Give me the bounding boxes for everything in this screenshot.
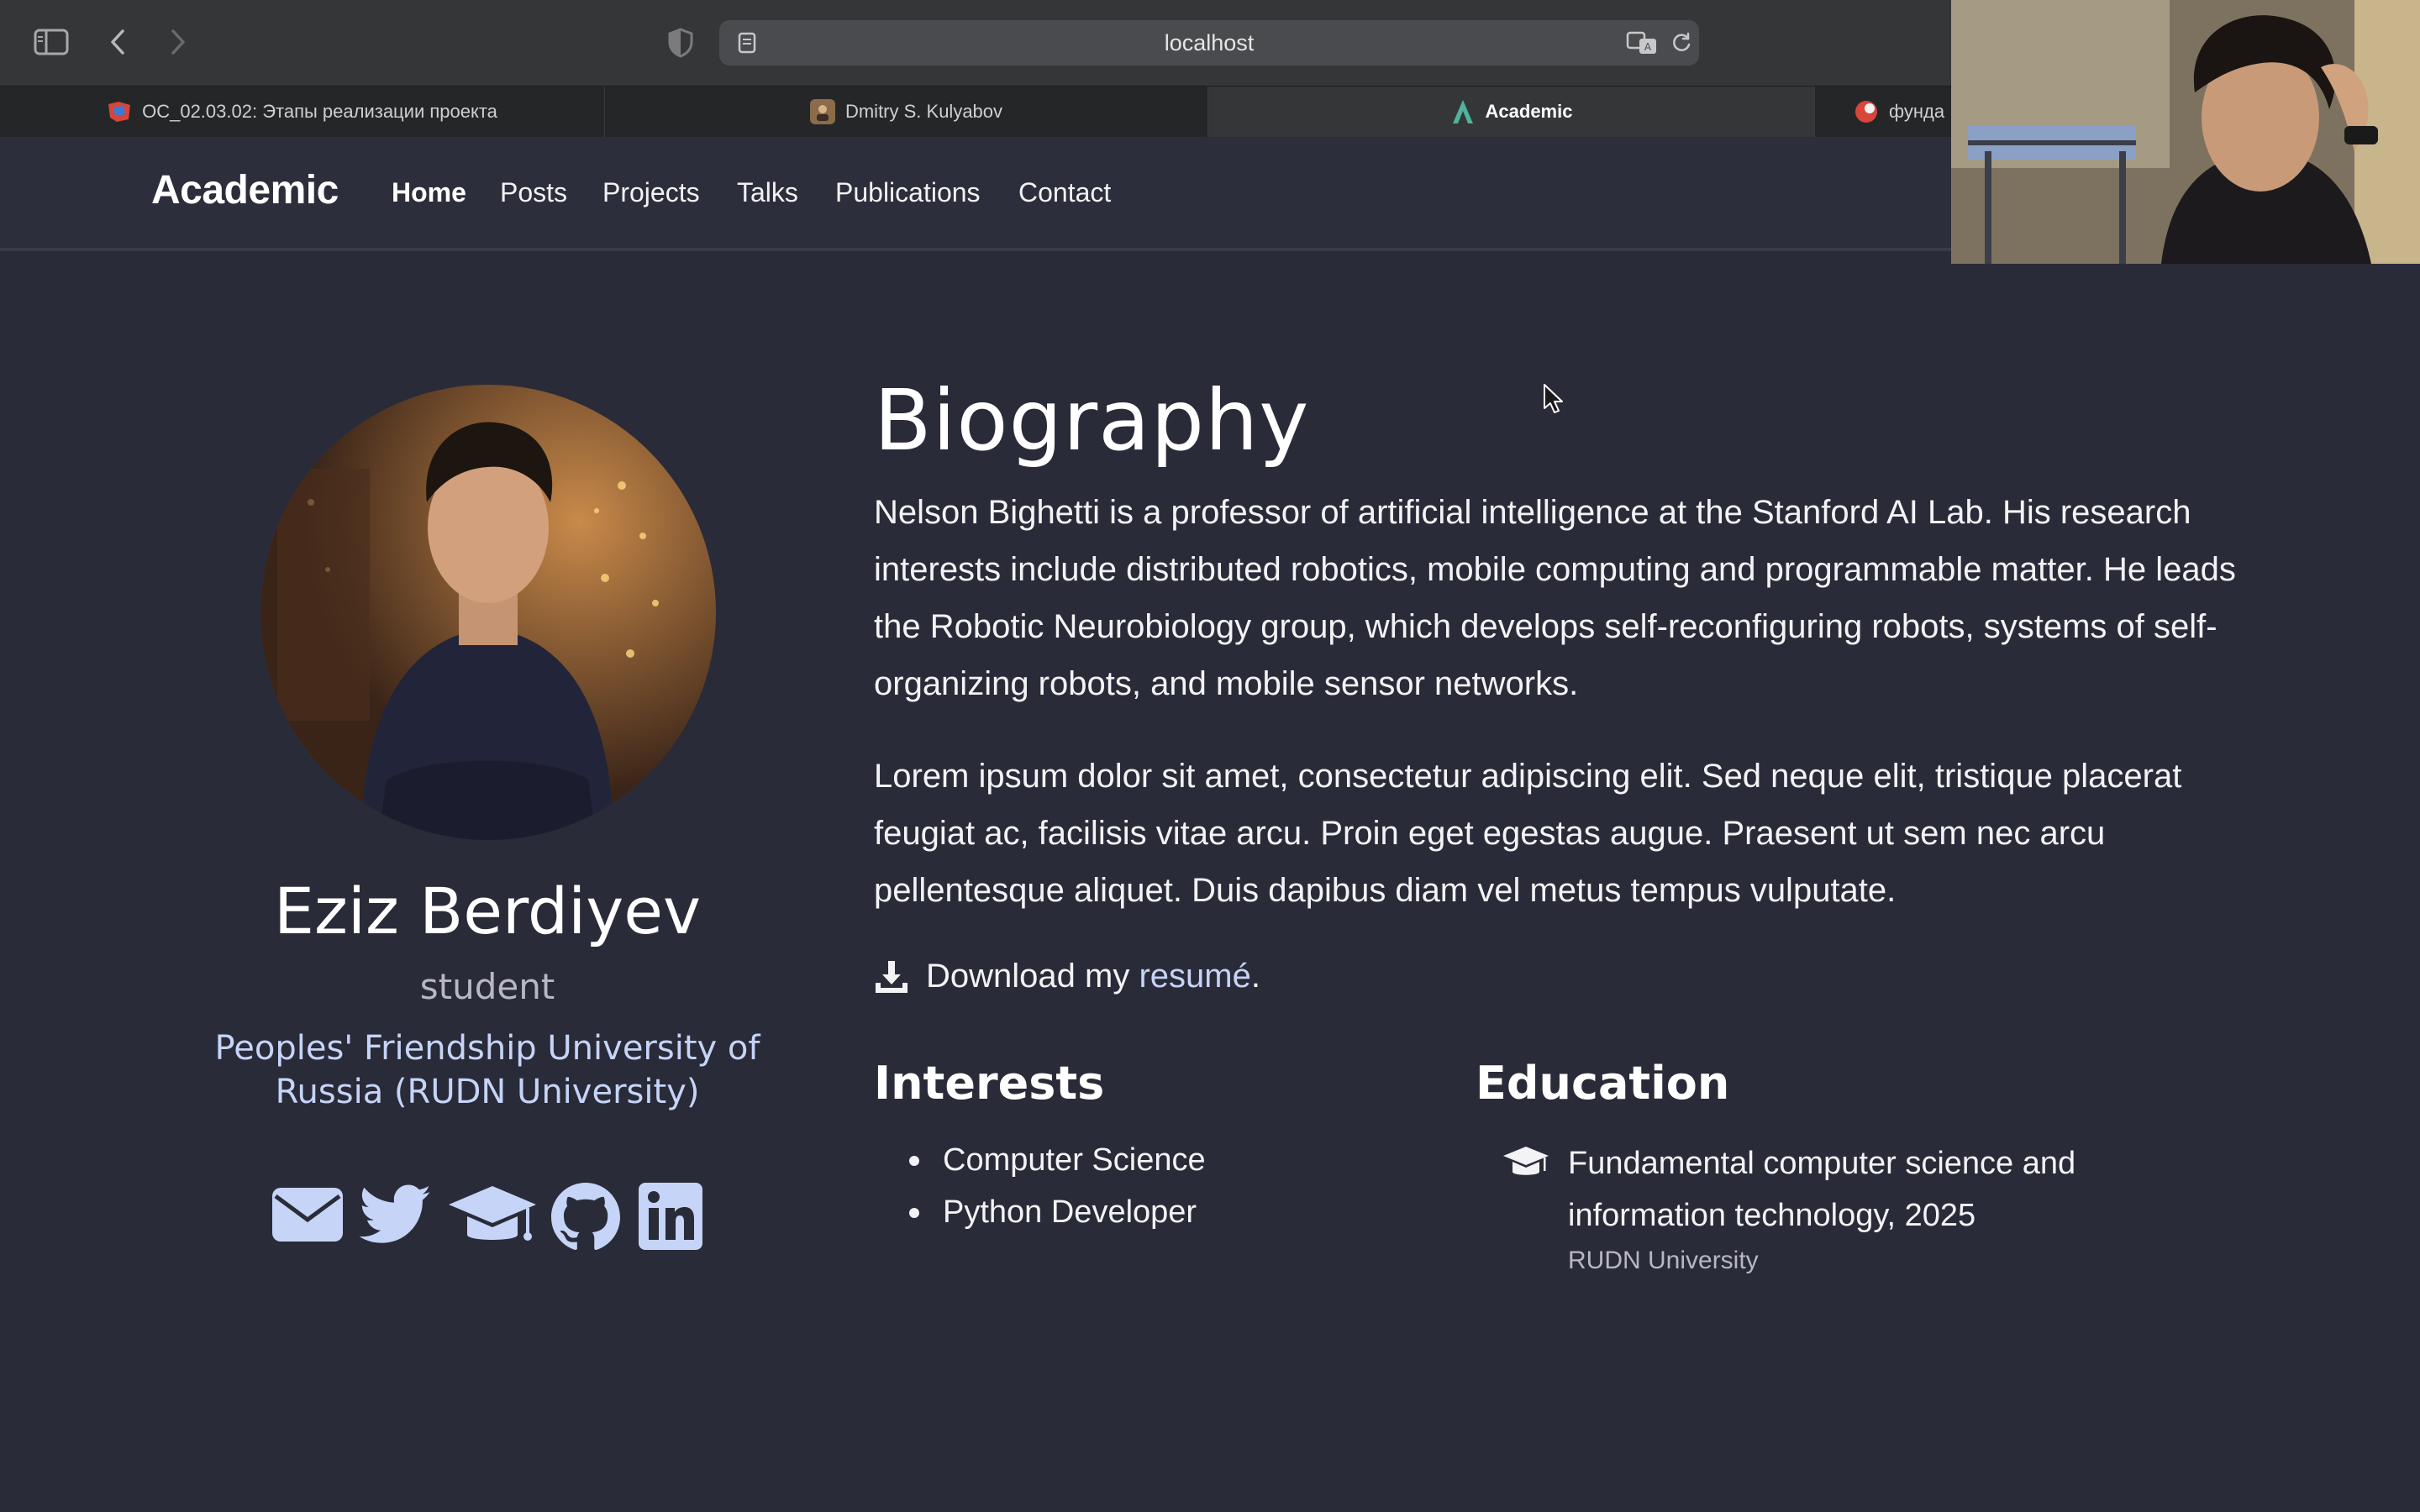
interest-label: Python Developer xyxy=(943,1194,1197,1230)
tab-academic[interactable]: Academic xyxy=(1208,87,1815,137)
biography-paragraph: Nelson Bighetti is a professor of artifi… xyxy=(874,494,2236,702)
download-resume: Download my resumé . xyxy=(874,958,1260,995)
nav-contact[interactable]: Contact xyxy=(1018,177,1111,208)
twitter-icon[interactable] xyxy=(359,1184,432,1249)
tab-title: фунда xyxy=(1889,101,1945,122)
nav-talks[interactable]: Talks xyxy=(737,177,798,208)
translate-icon[interactable]: A xyxy=(1625,29,1659,57)
nav-home[interactable]: Home xyxy=(392,177,466,208)
back-icon[interactable] xyxy=(104,25,131,59)
download-icon xyxy=(874,959,909,995)
webcam-video-image xyxy=(1951,0,2420,264)
resume-link[interactable]: resumé xyxy=(1139,958,1250,995)
interests-title: Interests xyxy=(874,1057,1105,1110)
sidebar-toggle-icon[interactable] xyxy=(32,25,71,59)
tab-title: Dmitry S. Kulyabov xyxy=(844,101,1003,122)
privacy-shield-icon[interactable] xyxy=(664,25,697,60)
academic-logo-icon xyxy=(1450,99,1476,124)
download-suffix: . xyxy=(1250,958,1260,995)
education-title: Education xyxy=(1476,1057,1730,1110)
profile-role: student xyxy=(419,966,555,1007)
nav-posts[interactable]: Posts xyxy=(500,177,567,208)
site-brand[interactable]: Academic xyxy=(151,167,339,213)
tab-title: Academic xyxy=(1485,101,1573,122)
nav-projects[interactable]: Projects xyxy=(602,177,700,208)
profile-name: Eziz Berdiyev xyxy=(274,874,701,948)
webcam-overlay xyxy=(1951,0,2420,264)
avatar xyxy=(260,385,716,840)
mouse-cursor-icon xyxy=(1543,383,1565,419)
interest-label: Computer Science xyxy=(943,1142,1206,1178)
education-institution: RUDN University xyxy=(1568,1247,1759,1274)
graduation-cap-icon[interactable] xyxy=(447,1184,538,1252)
forward-icon[interactable] xyxy=(165,25,192,59)
bullet xyxy=(909,1155,919,1166)
download-prefix: Download my xyxy=(926,958,1139,995)
github-icon[interactable] xyxy=(551,1183,620,1256)
list-item: Computer Science xyxy=(909,1142,1206,1179)
linkedin-icon[interactable] xyxy=(639,1183,702,1254)
envelope-icon[interactable] xyxy=(271,1186,345,1247)
url-text[interactable]: localhost xyxy=(719,20,1699,66)
profile-photo-image xyxy=(260,385,716,840)
tab-favicon-icon xyxy=(809,99,835,124)
biography-title: Biography xyxy=(874,371,1310,470)
svg-text:A: A xyxy=(1644,41,1652,53)
nav-publications[interactable]: Publications xyxy=(835,177,981,208)
graduation-cap-icon xyxy=(1502,1146,1549,1184)
tab-os-course[interactable]: ОС_02.03.02: Этапы реализации проекта xyxy=(0,87,605,137)
tab-favicon-icon xyxy=(1854,99,1879,124)
biography-paragraph: Lorem ipsum dolor sit amet, consectetur … xyxy=(874,758,2182,909)
tab-favicon-icon xyxy=(107,99,132,124)
tab-title: ОС_02.03.02: Этапы реализации проекта xyxy=(142,101,497,122)
tab-kulyabov[interactable]: Dmitry S. Kulyabov xyxy=(605,87,1208,137)
list-item: Python Developer xyxy=(909,1194,1197,1231)
profile-organization[interactable]: Peoples' Friendship University of Russia… xyxy=(185,1026,790,1114)
address-bar[interactable]: localhost A xyxy=(719,20,1699,66)
education-degree: Fundamental computer science and informa… xyxy=(1568,1146,2076,1233)
bullet xyxy=(909,1207,919,1218)
reload-icon[interactable] xyxy=(1669,30,1694,55)
tab-fundamental[interactable]: фунда xyxy=(1815,87,1951,137)
